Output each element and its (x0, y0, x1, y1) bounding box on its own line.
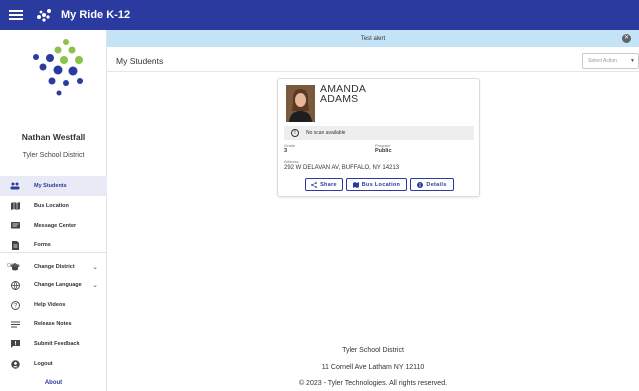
student-photo (286, 85, 315, 122)
info-icon (417, 181, 424, 188)
select-action-placeholder: Select Action (588, 58, 617, 64)
select-action-dropdown[interactable]: Select Action ▼ (582, 53, 639, 69)
sidebar-item-label: Bus Location (34, 203, 69, 209)
app-logo-icon (37, 9, 51, 22)
address-value: 292 W DELAVAN AV, BUFFALO, NY 14213 (284, 165, 400, 171)
close-icon[interactable]: ✕ (622, 34, 631, 43)
divider (0, 252, 107, 253)
account-icon (10, 359, 20, 369)
about-link[interactable]: About (0, 380, 107, 386)
sidebar-item-logout[interactable]: Logout (0, 354, 107, 374)
student-last-name: ADAMS (320, 93, 359, 105)
sidebar-item-bus-location[interactable]: Bus Location (0, 196, 107, 216)
map-icon (10, 201, 20, 211)
message-icon (10, 221, 20, 231)
page-title: My Students (116, 56, 164, 66)
footer-district: Tyler School District (342, 347, 404, 354)
district-logo-icon (33, 39, 83, 96)
sidebar-item-message-center[interactable]: Message Center (0, 216, 107, 236)
menu-icon[interactable] (9, 10, 23, 20)
globe-icon (10, 280, 20, 290)
app-title: My Ride K-12 (61, 9, 131, 21)
sidebar-item-label: Help Videos (34, 302, 66, 308)
sidebar-item-label: Change Language (34, 282, 82, 288)
alert-text: Test alert (360, 35, 386, 42)
app-bar: My Ride K-12 (0, 0, 639, 30)
sidebar-item-submit-feedback[interactable]: Submit Feedback (0, 334, 107, 354)
share-button[interactable]: Share (305, 178, 343, 191)
help-icon: ? (10, 300, 20, 310)
document-icon (10, 240, 20, 250)
bus-location-button[interactable]: Bus Location (346, 178, 407, 191)
chevron-down-icon: ⌄ (92, 282, 98, 289)
sidebar-item-label: Logout (34, 361, 53, 367)
sidebar-item-label: Change District (34, 264, 75, 270)
footer-copyright: © 2023 - Tyler Technologies. All rights … (298, 380, 448, 387)
sidebar: Nathan Westfall Tyler School District My… (0, 30, 107, 391)
details-button-label: Details (426, 181, 447, 188)
sidebar-item-help-videos[interactable]: ? Help Videos (0, 295, 107, 315)
student-name: AMANDA ADAMS (320, 84, 366, 105)
share-button-label: Share (320, 181, 337, 188)
sidebar-item-my-students[interactable]: My Students (0, 176, 107, 196)
share-icon (311, 181, 317, 188)
sidebar-item-release-notes[interactable]: Release Notes (0, 314, 107, 334)
info-icon: ! (291, 129, 299, 137)
other-section-label: Other (7, 263, 20, 269)
bus-location-button-label: Bus Location (361, 181, 401, 188)
sidebar-item-label: Release Notes (34, 321, 72, 327)
user-name: Nathan Westfall (21, 132, 86, 142)
grade-value: 3 (284, 148, 288, 154)
group-icon (10, 181, 20, 191)
scan-status: No scan available (306, 130, 346, 136)
details-button[interactable]: Details (410, 178, 454, 191)
chevron-down-icon: ⌄ (92, 264, 98, 271)
address-label: Address (284, 159, 299, 164)
user-district: Tyler School District (22, 152, 85, 159)
divider (107, 71, 639, 72)
footer-address: 11 Cornell Ave Latham NY 12110 (321, 364, 425, 371)
alert-banner: Test alert ✕ (107, 30, 639, 47)
district-logo (0, 30, 106, 112)
feedback-icon (10, 339, 20, 349)
sidebar-item-label: Submit Feedback (34, 341, 80, 347)
student-card: AMANDA ADAMS ! No scan available Grade 3… (277, 78, 480, 197)
map-icon (352, 181, 359, 188)
sidebar-item-change-language[interactable]: Change Language ⌄ (0, 275, 107, 295)
program-value: Public (375, 148, 392, 154)
sidebar-item-label: Forms (34, 242, 51, 248)
notes-icon (10, 319, 20, 329)
sidebar-item-label: My Students (34, 183, 67, 189)
sidebar-item-label: Message Center (34, 223, 77, 229)
caret-down-icon: ▼ (630, 58, 635, 64)
scan-status-row: ! No scan available (284, 126, 474, 140)
